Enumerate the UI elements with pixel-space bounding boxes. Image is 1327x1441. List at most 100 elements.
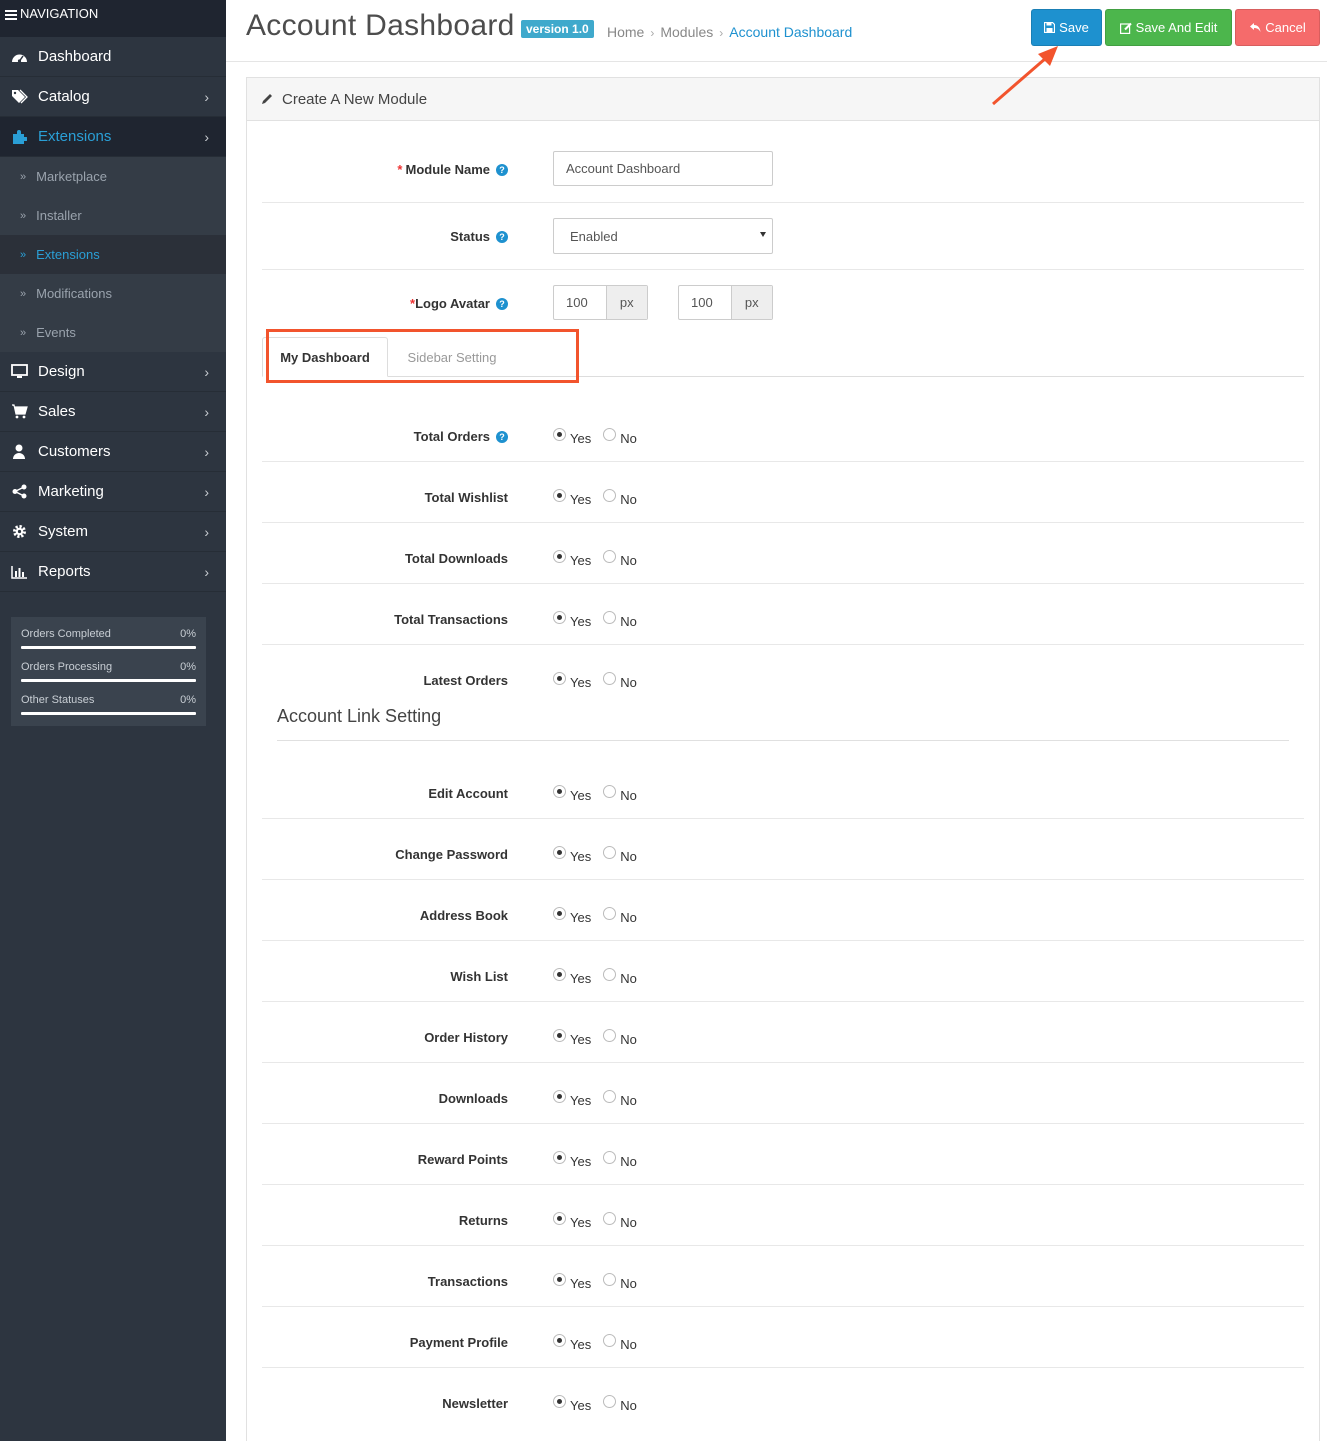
radio-circle[interactable] [553, 968, 566, 981]
radio-circle[interactable] [603, 1090, 617, 1103]
radio-circle[interactable] [553, 785, 566, 798]
no-radio-newsletter[interactable]: No [603, 1395, 637, 1413]
radio-circle[interactable] [553, 611, 566, 624]
radio-circle[interactable] [603, 428, 617, 441]
yes-radio-reward-points[interactable]: Yes [553, 1151, 591, 1169]
sidebar-item-catalog[interactable]: Catalog › [0, 77, 226, 117]
radio-label: No [620, 788, 637, 803]
radio-circle[interactable] [603, 846, 617, 859]
sidebar-subitem-marketplace[interactable]: » Marketplace [0, 157, 226, 196]
option-row-order-history: Order History Yes No [262, 1002, 1304, 1063]
radio-circle[interactable] [603, 489, 617, 502]
help-icon[interactable]: ? [496, 231, 508, 243]
radio-circle[interactable] [553, 1273, 566, 1286]
help-icon[interactable]: ? [496, 298, 508, 310]
breadcrumb-current[interactable]: Account Dashboard [729, 24, 852, 40]
radio-circle[interactable] [603, 907, 617, 920]
no-radio-reward-points[interactable]: No [603, 1151, 637, 1169]
radio-circle[interactable] [553, 489, 566, 502]
sidebar-subitem-label: Extensions [36, 247, 100, 262]
no-radio-downloads[interactable]: No [603, 1090, 637, 1108]
radio-circle[interactable] [553, 428, 566, 441]
yes-radio-total-wishlist[interactable]: Yes [553, 489, 591, 507]
radio-circle[interactable] [603, 1273, 617, 1286]
yes-radio-order-history[interactable]: Yes [553, 1029, 591, 1047]
yes-radio-total-transactions[interactable]: Yes [553, 611, 591, 629]
logo-width-input[interactable]: 100 [554, 286, 606, 319]
radio-circle[interactable] [603, 785, 617, 798]
radio-circle[interactable] [553, 1029, 566, 1042]
yes-radio-change-password[interactable]: Yes [553, 846, 591, 864]
no-radio-payment-profile[interactable]: No [603, 1334, 637, 1352]
yes-radio-total-downloads[interactable]: Yes [553, 550, 591, 568]
no-radio-latest-orders[interactable]: No [603, 672, 637, 690]
radio-circle[interactable] [603, 672, 617, 685]
sidebar-item-marketing[interactable]: Marketing › [0, 472, 226, 512]
yes-radio-wish-list[interactable]: Yes [553, 968, 591, 986]
breadcrumb-modules[interactable]: Modules [660, 24, 713, 40]
save-and-edit-button[interactable]: Save And Edit [1105, 9, 1232, 46]
radio-circle[interactable] [603, 1212, 617, 1225]
radio-label: No [620, 849, 637, 864]
logo-height-input[interactable]: 100 [679, 286, 731, 319]
yes-radio-returns[interactable]: Yes [553, 1212, 591, 1230]
sidebar-subitem-installer[interactable]: » Installer [0, 196, 226, 235]
option-label-text: Returns [458, 1213, 508, 1228]
sidebar-item-dashboard[interactable]: Dashboard [0, 37, 226, 77]
radio-circle[interactable] [603, 1029, 617, 1042]
no-radio-total-orders[interactable]: No [603, 428, 637, 446]
sidebar-item-sales[interactable]: Sales › [0, 392, 226, 432]
yes-radio-payment-profile[interactable]: Yes [553, 1334, 591, 1352]
radio-circle[interactable] [553, 672, 566, 685]
no-radio-transactions[interactable]: No [603, 1273, 637, 1291]
radio-circle[interactable] [553, 1212, 566, 1225]
radio-circle[interactable] [553, 907, 566, 920]
navigation-header[interactable]: NAVIGATION [0, 0, 226, 37]
option-row-reward-points: Reward Points Yes No [262, 1124, 1304, 1185]
radio-label: No [620, 1032, 637, 1047]
no-radio-total-wishlist[interactable]: No [603, 489, 637, 507]
breadcrumb-home[interactable]: Home [607, 24, 644, 40]
no-radio-wish-list[interactable]: No [603, 968, 637, 986]
sidebar-subitem-extensions[interactable]: » Extensions [0, 235, 226, 274]
radio-circle[interactable] [553, 846, 566, 859]
radio-circle[interactable] [603, 611, 617, 624]
yes-radio-newsletter[interactable]: Yes [553, 1395, 591, 1413]
no-radio-total-downloads[interactable]: No [603, 550, 637, 568]
help-icon[interactable]: ? [496, 431, 508, 443]
radio-circle[interactable] [603, 968, 617, 981]
sidebar-item-customers[interactable]: Customers › [0, 432, 226, 472]
yes-radio-latest-orders[interactable]: Yes [553, 672, 591, 690]
sidebar-item-reports[interactable]: Reports › [0, 552, 226, 592]
save-button[interactable]: Save [1031, 9, 1102, 46]
radio-circle[interactable] [603, 1334, 617, 1347]
sidebar-item-extensions[interactable]: Extensions › [0, 117, 226, 157]
radio-circle[interactable] [603, 1395, 617, 1408]
no-radio-returns[interactable]: No [603, 1212, 637, 1230]
yes-radio-total-orders[interactable]: Yes [553, 428, 591, 446]
radio-circle[interactable] [553, 1090, 566, 1103]
radio-circle[interactable] [553, 1151, 566, 1164]
sidebar-item-system[interactable]: System › [0, 512, 226, 552]
radio-circle[interactable] [603, 1151, 617, 1164]
sidebar-item-design[interactable]: Design › [0, 352, 226, 392]
no-radio-change-password[interactable]: No [603, 846, 637, 864]
radio-circle[interactable] [553, 1334, 566, 1347]
radio-circle[interactable] [553, 1395, 566, 1408]
no-radio-edit-account[interactable]: No [603, 785, 637, 803]
help-icon[interactable]: ? [496, 164, 508, 176]
radio-circle[interactable] [553, 550, 566, 563]
status-select[interactable]: Enabled [553, 218, 773, 254]
sidebar-subitem-events[interactable]: » Events [0, 313, 226, 352]
yes-radio-downloads[interactable]: Yes [553, 1090, 591, 1108]
cancel-button[interactable]: Cancel [1235, 9, 1320, 46]
yes-radio-transactions[interactable]: Yes [553, 1273, 591, 1291]
sidebar-subitem-modifications[interactable]: » Modifications [0, 274, 226, 313]
no-radio-address-book[interactable]: No [603, 907, 637, 925]
yes-radio-address-book[interactable]: Yes [553, 907, 591, 925]
no-radio-order-history[interactable]: No [603, 1029, 637, 1047]
radio-circle[interactable] [603, 550, 617, 563]
no-radio-total-transactions[interactable]: No [603, 611, 637, 629]
yes-radio-edit-account[interactable]: Yes [553, 785, 591, 803]
module-name-input[interactable]: Account Dashboard [553, 151, 773, 186]
